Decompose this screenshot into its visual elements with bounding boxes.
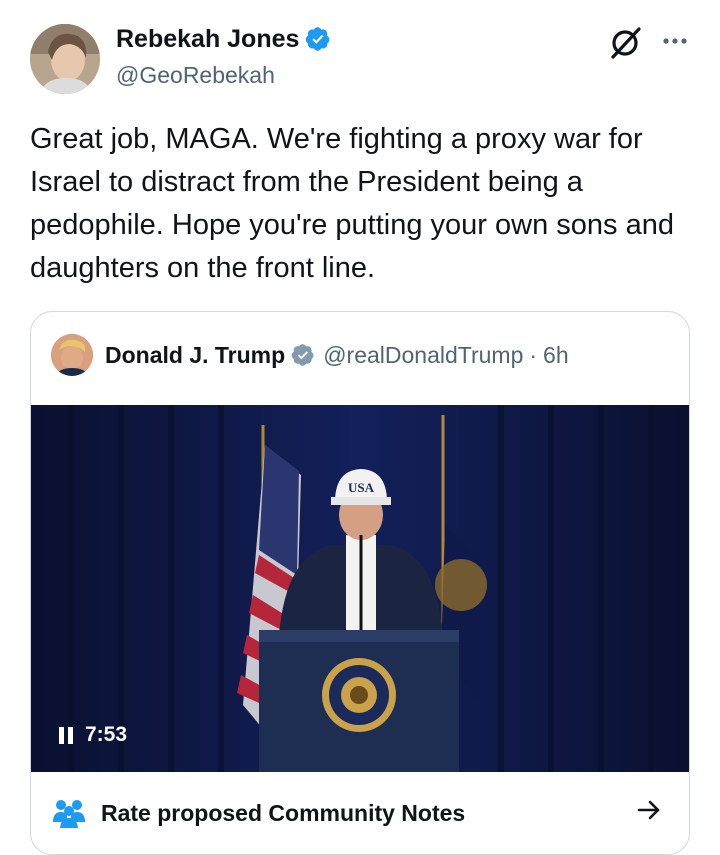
arrow-right-icon[interactable] [635, 796, 663, 824]
more-icon[interactable] [658, 24, 692, 58]
quoted-timestamp[interactable]: 6h [543, 342, 569, 369]
quoted-avatar-image [51, 334, 93, 376]
author-name-row: Rebekah Jones [116, 22, 331, 56]
author-avatar[interactable] [30, 24, 100, 94]
quoted-video[interactable]: USA 7:53 [31, 405, 689, 772]
verified-badge-icon [291, 344, 314, 366]
quoted-author-name[interactable]: Donald J. Trump [105, 342, 285, 369]
grok-icon[interactable] [606, 24, 644, 62]
tweet-text: Great job, MAGA. We're fighting a proxy … [30, 123, 674, 284]
video-duration[interactable]: 7:53 [59, 723, 127, 747]
video-duration-text: 7:53 [85, 723, 128, 746]
community-notes-icon [53, 800, 85, 828]
verified-badge-icon [306, 27, 330, 51]
community-notes-label[interactable]: Rate proposed Community Notes [101, 800, 465, 827]
author-name[interactable]: Rebekah Jones [116, 22, 299, 56]
video-frame: USA [31, 405, 689, 772]
quoted-author-avatar[interactable] [51, 334, 93, 376]
pause-icon[interactable] [59, 726, 73, 744]
author-avatar-image [30, 24, 100, 94]
community-notes-bar[interactable]: Rate proposed Community Notes [31, 772, 689, 854]
quoted-tweet-card[interactable]: Donald J. Trump @realDonaldTrump · 6h US… [30, 311, 690, 855]
quoted-tweet-header: Donald J. Trump @realDonaldTrump · 6h [51, 334, 569, 376]
hat-text: USA [348, 480, 375, 495]
quoted-author-handle[interactable]: @realDonaldTrump [323, 342, 523, 369]
quoted-separator: · [529, 341, 538, 368]
author-handle[interactable]: @GeoRebekah [116, 60, 275, 90]
